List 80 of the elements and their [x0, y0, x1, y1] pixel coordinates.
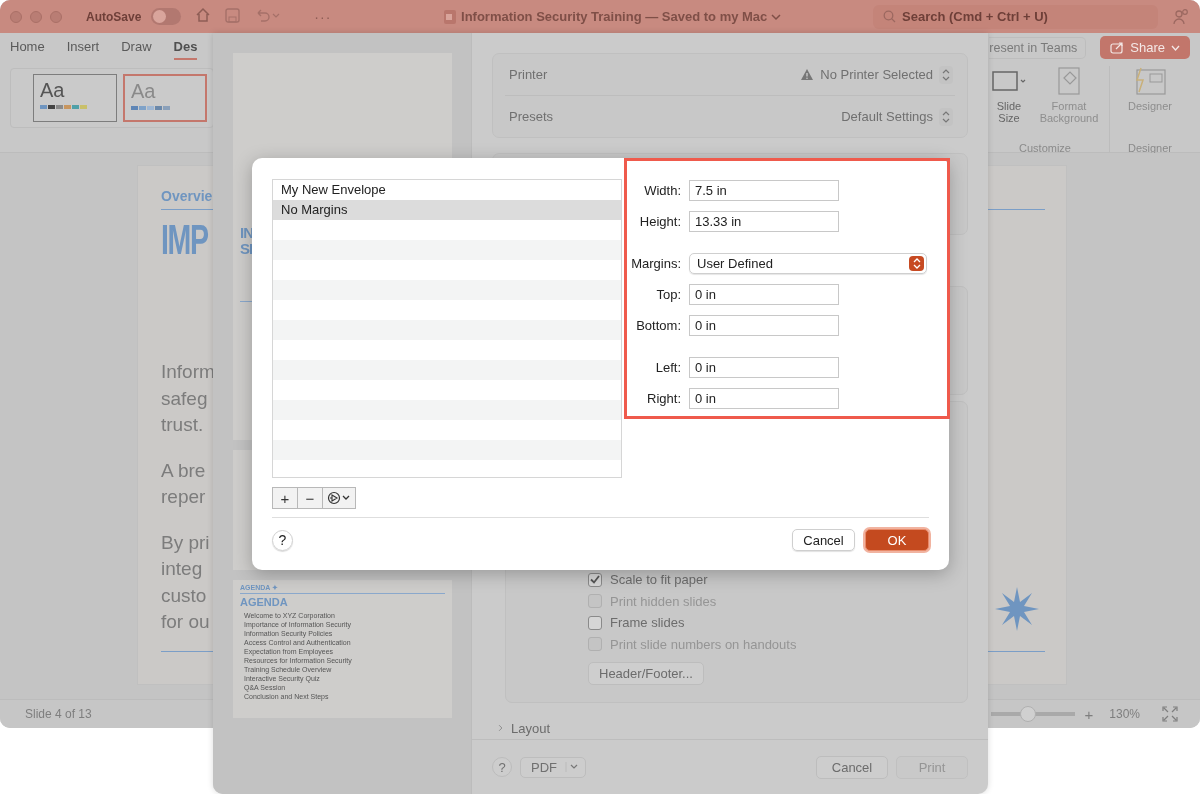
checkbox[interactable]	[588, 572, 602, 587]
autosave-toggle[interactable]	[151, 8, 182, 25]
layout-disclosure[interactable]: Layout	[492, 720, 968, 736]
cancel-button[interactable]: Cancel	[792, 529, 855, 551]
home-icon[interactable]	[195, 7, 212, 23]
printer-value: No Printer Selected	[820, 67, 933, 82]
ribbon-tab[interactable]: Home	[10, 35, 45, 60]
input-field[interactable]: 0 in	[689, 283, 839, 305]
add-button[interactable]: +	[272, 487, 298, 509]
caret-icon[interactable]	[771, 12, 782, 21]
presets-value: Default Settings	[841, 109, 933, 124]
presets-label: Presets	[509, 109, 554, 124]
input-field[interactable]: 0 in	[689, 314, 839, 336]
zoom-percent[interactable]: 130%	[1109, 707, 1140, 721]
presets-popup-stepper[interactable]	[939, 107, 953, 126]
input-field[interactable]: 7.5 in	[689, 179, 839, 201]
warning-icon	[800, 68, 815, 81]
pdf-menu-button[interactable]: PDF	[520, 756, 586, 778]
share-button[interactable]: Share	[1100, 36, 1190, 59]
paint-bucket-icon	[1055, 66, 1083, 96]
save-icon[interactable]	[225, 7, 241, 23]
input-field[interactable]: 0 in	[689, 387, 839, 409]
caret-icon[interactable]	[565, 762, 579, 772]
ribbon-tab[interactable]: Insert	[66, 35, 100, 60]
remove-button[interactable]: −	[297, 487, 323, 509]
designer-icon	[1133, 66, 1167, 96]
autosave-label: AutoSave	[86, 9, 142, 24]
option-label: Scale to fit paper	[610, 572, 708, 588]
close-button[interactable]	[10, 10, 22, 23]
zoom-button[interactable]	[50, 10, 62, 23]
fit-to-window-icon[interactable]	[1162, 706, 1178, 722]
printer-popup-stepper[interactable]	[939, 65, 953, 84]
document-icon	[443, 8, 458, 25]
thumbnail-heading: AGENDA	[240, 593, 445, 608]
slide-size-button[interactable]: Slide Size	[991, 66, 1027, 136]
action-menu-button[interactable]	[322, 487, 356, 509]
group-label: Designer	[1128, 142, 1172, 154]
slide-counter: Slide 4 of 13	[25, 707, 92, 721]
slide-paragraph: By pri integ custo for ou	[161, 530, 211, 634]
field-label: Width:	[643, 182, 681, 198]
option-label: Frame slides	[610, 615, 685, 631]
minimize-button[interactable]	[30, 10, 42, 23]
search-icon	[883, 10, 896, 23]
checkbox[interactable]	[588, 615, 602, 630]
document-title: Information Security Training — Saved to my Mac	[461, 9, 768, 24]
slide-paragraph: A bre reper	[161, 458, 207, 509]
slide-heading: IMP	[161, 216, 208, 264]
cancel-button[interactable]: Cancel	[816, 755, 888, 779]
thumbnail-heading: SI	[240, 241, 253, 257]
stepper-icon	[912, 257, 921, 269]
field-label: Left:	[654, 359, 681, 375]
field-label: Right:	[646, 390, 681, 406]
section-label: Overvie	[161, 188, 213, 204]
slider-thumb[interactable]	[1020, 706, 1037, 722]
field-label: Height:	[638, 213, 681, 229]
present-in-teams-button[interactable]: resent in Teams	[989, 36, 1087, 59]
printer-label: Printer	[509, 67, 548, 82]
help-button[interactable]: ?	[492, 757, 512, 777]
theme-thumbnail[interactable]: Aa	[33, 74, 117, 122]
field-label: Top:	[655, 286, 681, 302]
people-icon[interactable]	[1172, 7, 1190, 26]
input-field[interactable]: 0 in	[689, 356, 839, 378]
slide-paragraph: Inform safeg trust.	[161, 360, 215, 437]
caret-icon	[1171, 44, 1180, 51]
field-label: Bottom:	[635, 317, 681, 333]
zoom-in-button[interactable]: +	[1084, 705, 1094, 723]
chevron-icon	[497, 723, 504, 733]
header-footer-button[interactable]: Header/Footer...	[588, 662, 704, 685]
play-circle-icon	[327, 491, 351, 505]
ok-button[interactable]: OK	[865, 529, 929, 551]
field-label: Margins:	[630, 255, 681, 271]
margins-popup[interactable]: User Defined	[689, 252, 927, 274]
list-item[interactable]: No Margins	[273, 200, 621, 220]
share-icon	[1110, 41, 1125, 54]
ribbon-tab[interactable]: Des	[173, 35, 198, 60]
input-field[interactable]: 13.33 in	[689, 210, 839, 232]
slide-thumbnail[interactable]	[233, 580, 452, 718]
search-field[interactable]: Search (Cmd + Ctrl + U)	[873, 4, 1158, 29]
ribbon-tab[interactable]: Draw	[121, 35, 152, 60]
group-label: Customize	[1019, 142, 1071, 154]
